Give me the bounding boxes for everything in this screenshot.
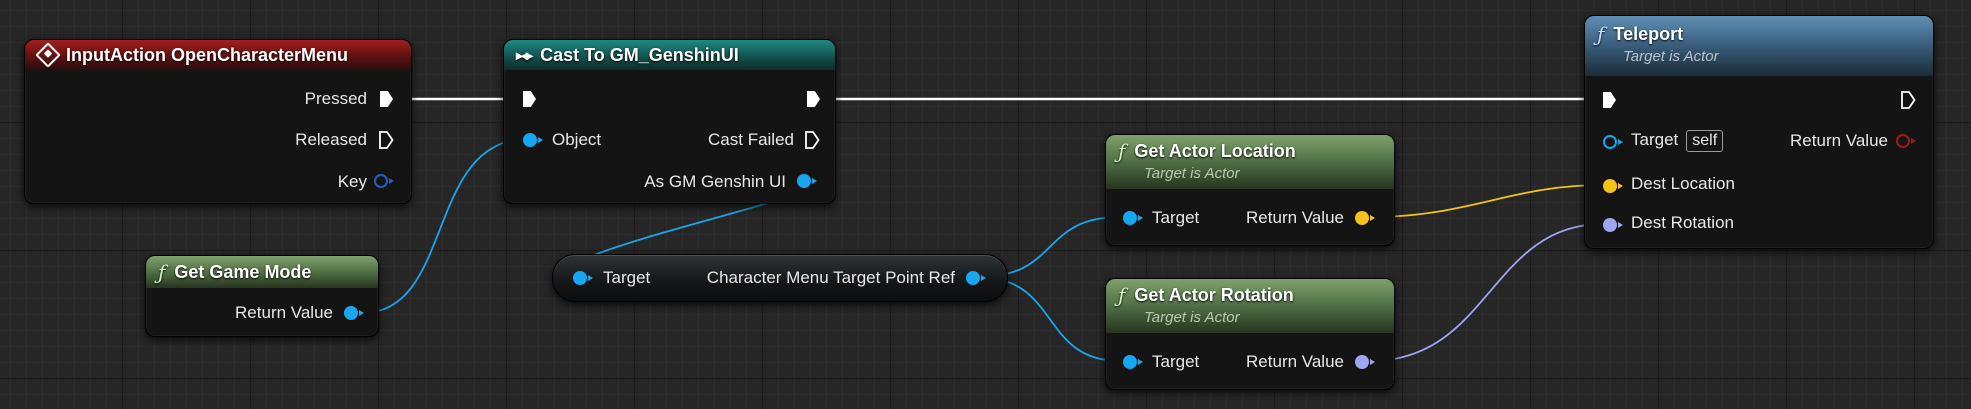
cast-exec-in-pin[interactable] [523, 91, 536, 107]
rotation-return-label: Return Value [1246, 352, 1344, 371]
key-pin-label: Key [337, 172, 367, 191]
get-game-mode-node[interactable]: ƒ Get Game Mode Return Value [145, 255, 379, 337]
cast-arrows-icon: ▸◂▸ [516, 46, 533, 63]
released-pin-label: Released [295, 130, 367, 149]
cast-exec-out-pin[interactable] [807, 91, 820, 107]
get-game-mode-return-label: Return Value [235, 303, 333, 322]
teleport-subtitle: Target is Actor [1623, 48, 1719, 65]
released-exec-pin[interactable] [379, 131, 394, 149]
ref-target-pin[interactable] [573, 271, 593, 285]
cast-header[interactable]: ▸◂▸ Cast To GM_GenshinUI [504, 40, 835, 70]
function-icon: ƒ [1597, 22, 1605, 46]
teleport-return-pin[interactable] [1896, 134, 1916, 148]
ref-output-pin[interactable] [966, 271, 986, 285]
get-actor-rotation-subtitle: Target is Actor [1144, 309, 1240, 326]
get-game-mode-return-pin[interactable] [344, 306, 364, 320]
event-diamond-icon [35, 42, 61, 68]
teleport-target-self-field[interactable]: self [1686, 130, 1724, 152]
input-action-header[interactable]: InputAction OpenCharacterMenu [25, 40, 411, 70]
cast-failed-exec-pin[interactable] [805, 131, 820, 149]
teleport-target-label: Target [1631, 130, 1679, 149]
rotation-return-pin[interactable] [1355, 355, 1375, 369]
cast-failed-label: Cast Failed [708, 130, 794, 149]
as-gm-genshin-ui-pin[interactable] [797, 174, 817, 188]
wire-location-to-dest-location [1369, 184, 1604, 218]
pressed-pin-label: Pressed [304, 89, 367, 108]
cast-object-label: Object [552, 130, 602, 149]
get-actor-rotation-title: Get Actor Rotation [1134, 284, 1294, 305]
rotation-target-pin[interactable] [1123, 355, 1143, 369]
get-actor-location-header[interactable]: ƒ Get Actor Location Target is Actor [1106, 135, 1394, 189]
pressed-exec-pin[interactable] [380, 91, 393, 107]
wire-rotation-to-dest-rotation [1369, 223, 1604, 362]
cast-object-pin[interactable] [523, 133, 543, 147]
as-gm-genshin-ui-label: As GM Genshin UI [644, 172, 786, 191]
rotation-target-label: Target [1152, 352, 1200, 371]
function-icon: ƒ [1118, 139, 1126, 163]
location-return-label: Return Value [1246, 208, 1344, 227]
teleport-target-pin[interactable] [1603, 135, 1623, 149]
location-target-label: Target [1152, 208, 1200, 227]
teleport-exec-in-pin[interactable] [1603, 92, 1616, 108]
get-actor-location-node[interactable]: ƒ Get Actor Location Target is Actor Tar… [1105, 134, 1395, 246]
ref-output-label: Character Menu Target Point Ref [706, 268, 955, 287]
cast-title: Cast To GM_GenshinUI [540, 44, 739, 65]
character-menu-ref-node[interactable]: Target Character Menu Target Point Ref [552, 254, 1008, 302]
cast-node[interactable]: ▸◂▸ Cast To GM_GenshinUI Object Cast Fai… [503, 39, 836, 204]
ref-target-label: Target [603, 268, 651, 287]
teleport-header[interactable]: ƒ Teleport Target is Actor [1585, 16, 1933, 76]
teleport-exec-out-pin[interactable] [1901, 91, 1916, 109]
get-game-mode-title: Get Game Mode [174, 261, 312, 282]
function-icon: ƒ [158, 260, 166, 284]
dest-rotation-label: Dest Rotation [1631, 213, 1734, 232]
get-actor-location-title: Get Actor Location [1134, 140, 1296, 161]
location-target-pin[interactable] [1123, 211, 1143, 225]
get-actor-rotation-header[interactable]: ƒ Get Actor Rotation Target is Actor [1106, 279, 1394, 333]
teleport-node[interactable]: ƒ Teleport Target is Actor Target self Re… [1584, 15, 1934, 249]
get-actor-location-subtitle: Target is Actor [1144, 165, 1240, 182]
function-icon: ƒ [1118, 283, 1126, 307]
input-action-title: InputAction OpenCharacterMenu [66, 44, 349, 65]
teleport-return-label: Return Value [1790, 131, 1888, 150]
location-return-pin[interactable] [1355, 211, 1375, 225]
get-game-mode-header[interactable]: ƒ Get Game Mode [146, 256, 378, 288]
input-action-node[interactable]: InputAction OpenCharacterMenu Pressed Re… [24, 39, 412, 204]
key-struct-pin[interactable] [374, 174, 394, 188]
dest-location-label: Dest Location [1631, 174, 1735, 193]
get-actor-rotation-node[interactable]: ƒ Get Actor Rotation Target is Actor Tar… [1105, 278, 1395, 390]
teleport-target-row: Target self [1631, 130, 1724, 152]
teleport-title: Teleport [1613, 23, 1684, 44]
dest-location-pin[interactable] [1603, 179, 1623, 193]
dest-rotation-pin[interactable] [1603, 218, 1623, 232]
